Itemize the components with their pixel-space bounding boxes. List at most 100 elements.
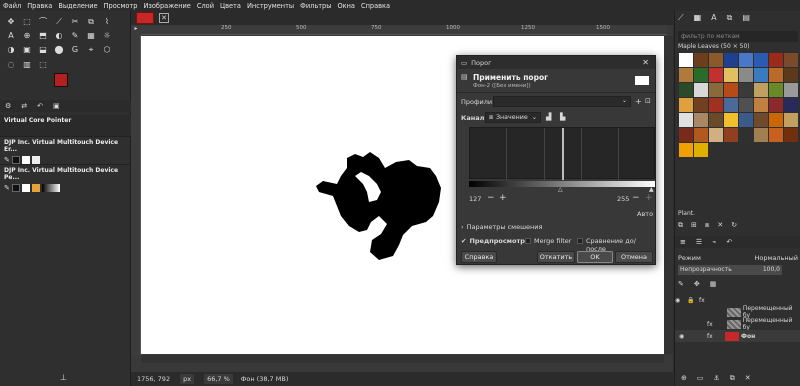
pattern-swatch[interactable] — [753, 67, 768, 82]
pattern-swatch[interactable] — [768, 112, 783, 127]
tool-icon[interactable]: ◐ — [54, 31, 64, 41]
layer-row-selected[interactable]: ◉ fx Фон — [675, 330, 800, 342]
dialog-titlebar[interactable]: ▭ Порог ✕ — [457, 56, 655, 69]
pattern-swatch[interactable] — [693, 67, 708, 82]
tool-icon[interactable]: ✎ — [70, 31, 80, 41]
pattern-swatch[interactable] — [738, 52, 753, 67]
pattern-swatch[interactable] — [753, 97, 768, 112]
tool-icon[interactable]: ▦ — [86, 31, 96, 41]
pattern-grid[interactable] — [678, 52, 799, 157]
pattern-swatch[interactable] — [678, 82, 693, 97]
device-item[interactable]: DJP Inc. Virtual Multitouch Device Er...… — [0, 137, 131, 165]
document-history-icon[interactable]: ⧉ — [727, 13, 733, 23]
menu-item[interactable]: Инструменты — [247, 2, 294, 10]
edit-pattern-icon[interactable]: ⧉ — [678, 221, 683, 230]
pattern-swatch[interactable] — [678, 97, 693, 112]
add-profile-icon[interactable]: + — [635, 97, 642, 106]
pattern-swatch[interactable] — [708, 67, 723, 82]
fx-icon[interactable]: fx — [707, 321, 727, 328]
ruler-vertical[interactable] — [131, 35, 141, 355]
pattern-swatch[interactable] — [693, 112, 708, 127]
preview-checkbox[interactable]: ✔ Предпросмотр — [461, 237, 525, 245]
tool-icon[interactable]: ⬡ — [102, 45, 112, 55]
pattern-swatch[interactable] — [678, 52, 693, 67]
new-group-icon[interactable]: ▭ — [697, 374, 704, 383]
pattern-swatch[interactable] — [708, 82, 723, 97]
pattern-swatch[interactable] — [693, 127, 708, 142]
eye-icon[interactable]: ◉ — [675, 297, 687, 304]
pattern-swatch[interactable] — [678, 112, 693, 127]
layer-row[interactable]: fx Перемещенный бу — [675, 317, 800, 331]
dock-config-icon[interactable]: ⊥ — [60, 373, 67, 382]
gradients-icon[interactable]: ▤ — [742, 13, 750, 23]
tool-icon[interactable]: ⬤ — [54, 45, 64, 55]
cancel-button[interactable]: Отмена — [615, 251, 653, 263]
zoom-select[interactable]: 66,7 % — [204, 374, 233, 384]
menu-item[interactable]: Правка — [27, 2, 52, 10]
refresh-icon[interactable]: ↻ — [731, 221, 737, 230]
menu-item[interactable]: Изображение — [143, 2, 190, 10]
channel-select[interactable]: ⧈ Значение ⌄ — [485, 112, 541, 123]
tool-icon[interactable]: ⟋ — [54, 17, 64, 27]
tool-icon[interactable]: ⬒ — [38, 31, 48, 41]
tool-icon[interactable]: ▣ — [22, 45, 32, 55]
menu-item[interactable]: Файл — [3, 2, 21, 10]
pattern-swatch[interactable] — [693, 97, 708, 112]
tool-icon[interactable]: A — [6, 31, 16, 41]
tool-icon[interactable]: ▥ — [22, 59, 32, 69]
pattern-swatch[interactable] — [708, 97, 723, 112]
lock-alpha-icon[interactable]: ▦ — [710, 280, 717, 288]
chain-icon[interactable]: 🔒 — [687, 297, 699, 304]
tool-icon[interactable]: G — [70, 45, 80, 55]
opacity-slider[interactable]: Непрозрачность 100,0 — [678, 265, 782, 275]
undo-history-icon[interactable]: ↶ — [37, 102, 43, 110]
device-item[interactable]: DJP Inc. Virtual Multitouch Device Pe...… — [0, 165, 131, 193]
pattern-swatch[interactable] — [783, 97, 798, 112]
fx-icon[interactable]: fx — [699, 297, 711, 304]
lock-pixels-icon[interactable]: ✎ — [678, 280, 684, 288]
pattern-swatch[interactable] — [753, 52, 768, 67]
pattern-swatch[interactable] — [693, 52, 708, 67]
linear-histogram-icon[interactable]: ▟ — [546, 113, 551, 121]
pattern-swatch[interactable] — [753, 82, 768, 97]
tool-icon[interactable]: ⧉ — [86, 17, 96, 27]
brushes-icon[interactable]: ⟋ — [678, 13, 684, 23]
ruler-corner[interactable]: ▸ — [131, 25, 141, 35]
lock-position-icon[interactable]: ✥ — [694, 280, 700, 288]
pattern-swatch[interactable] — [768, 127, 783, 142]
image-tab-thumbnail[interactable] — [136, 12, 154, 24]
low-threshold-input[interactable]: 127 — [469, 195, 489, 205]
pattern-swatch[interactable] — [723, 52, 738, 67]
new-pattern-icon[interactable]: ⊞ — [691, 221, 697, 230]
histogram[interactable] — [469, 127, 655, 180]
pattern-swatch[interactable] — [783, 52, 798, 67]
increment-icon[interactable]: + — [499, 193, 507, 203]
tool-icon[interactable]: ⬓ — [38, 45, 48, 55]
decrement-icon[interactable]: − — [487, 193, 495, 203]
pattern-swatch[interactable] — [783, 112, 798, 127]
increment-icon[interactable]: + — [645, 193, 653, 203]
pattern-swatch[interactable] — [693, 82, 708, 97]
eye-icon[interactable]: ◉ — [679, 333, 707, 340]
menu-item[interactable]: Окна — [337, 2, 355, 10]
pattern-swatch[interactable] — [753, 127, 768, 142]
ok-button[interactable]: OK — [577, 251, 613, 263]
help-button[interactable]: Справка — [461, 251, 497, 263]
blend-options-expander[interactable]: › Параметры смешения — [461, 223, 542, 231]
profile-menu-icon[interactable]: ⊡ — [645, 97, 651, 105]
pattern-swatch[interactable] — [723, 127, 738, 142]
pattern-swatch[interactable] — [708, 112, 723, 127]
menu-item[interactable]: Просмотр — [104, 2, 138, 10]
device-status-icon[interactable]: ⇄ — [21, 102, 27, 110]
pattern-swatch[interactable] — [783, 82, 798, 97]
profiles-select[interactable]: ⌄ — [493, 96, 631, 107]
images-icon[interactable]: ▣ — [53, 102, 60, 110]
pattern-swatch[interactable] — [738, 82, 753, 97]
foreground-color[interactable] — [54, 73, 68, 87]
high-handle[interactable]: ▲ — [649, 186, 654, 193]
ruler-horizontal[interactable]: 250 500 750 1000 1250 1500 — [141, 25, 667, 35]
decrement-icon[interactable]: − — [632, 193, 640, 203]
tool-icon[interactable]: ◑ — [6, 45, 16, 55]
anchor-icon[interactable]: ⚓ — [714, 374, 720, 383]
duplicate-pattern-icon[interactable]: ⧈ — [705, 221, 709, 230]
